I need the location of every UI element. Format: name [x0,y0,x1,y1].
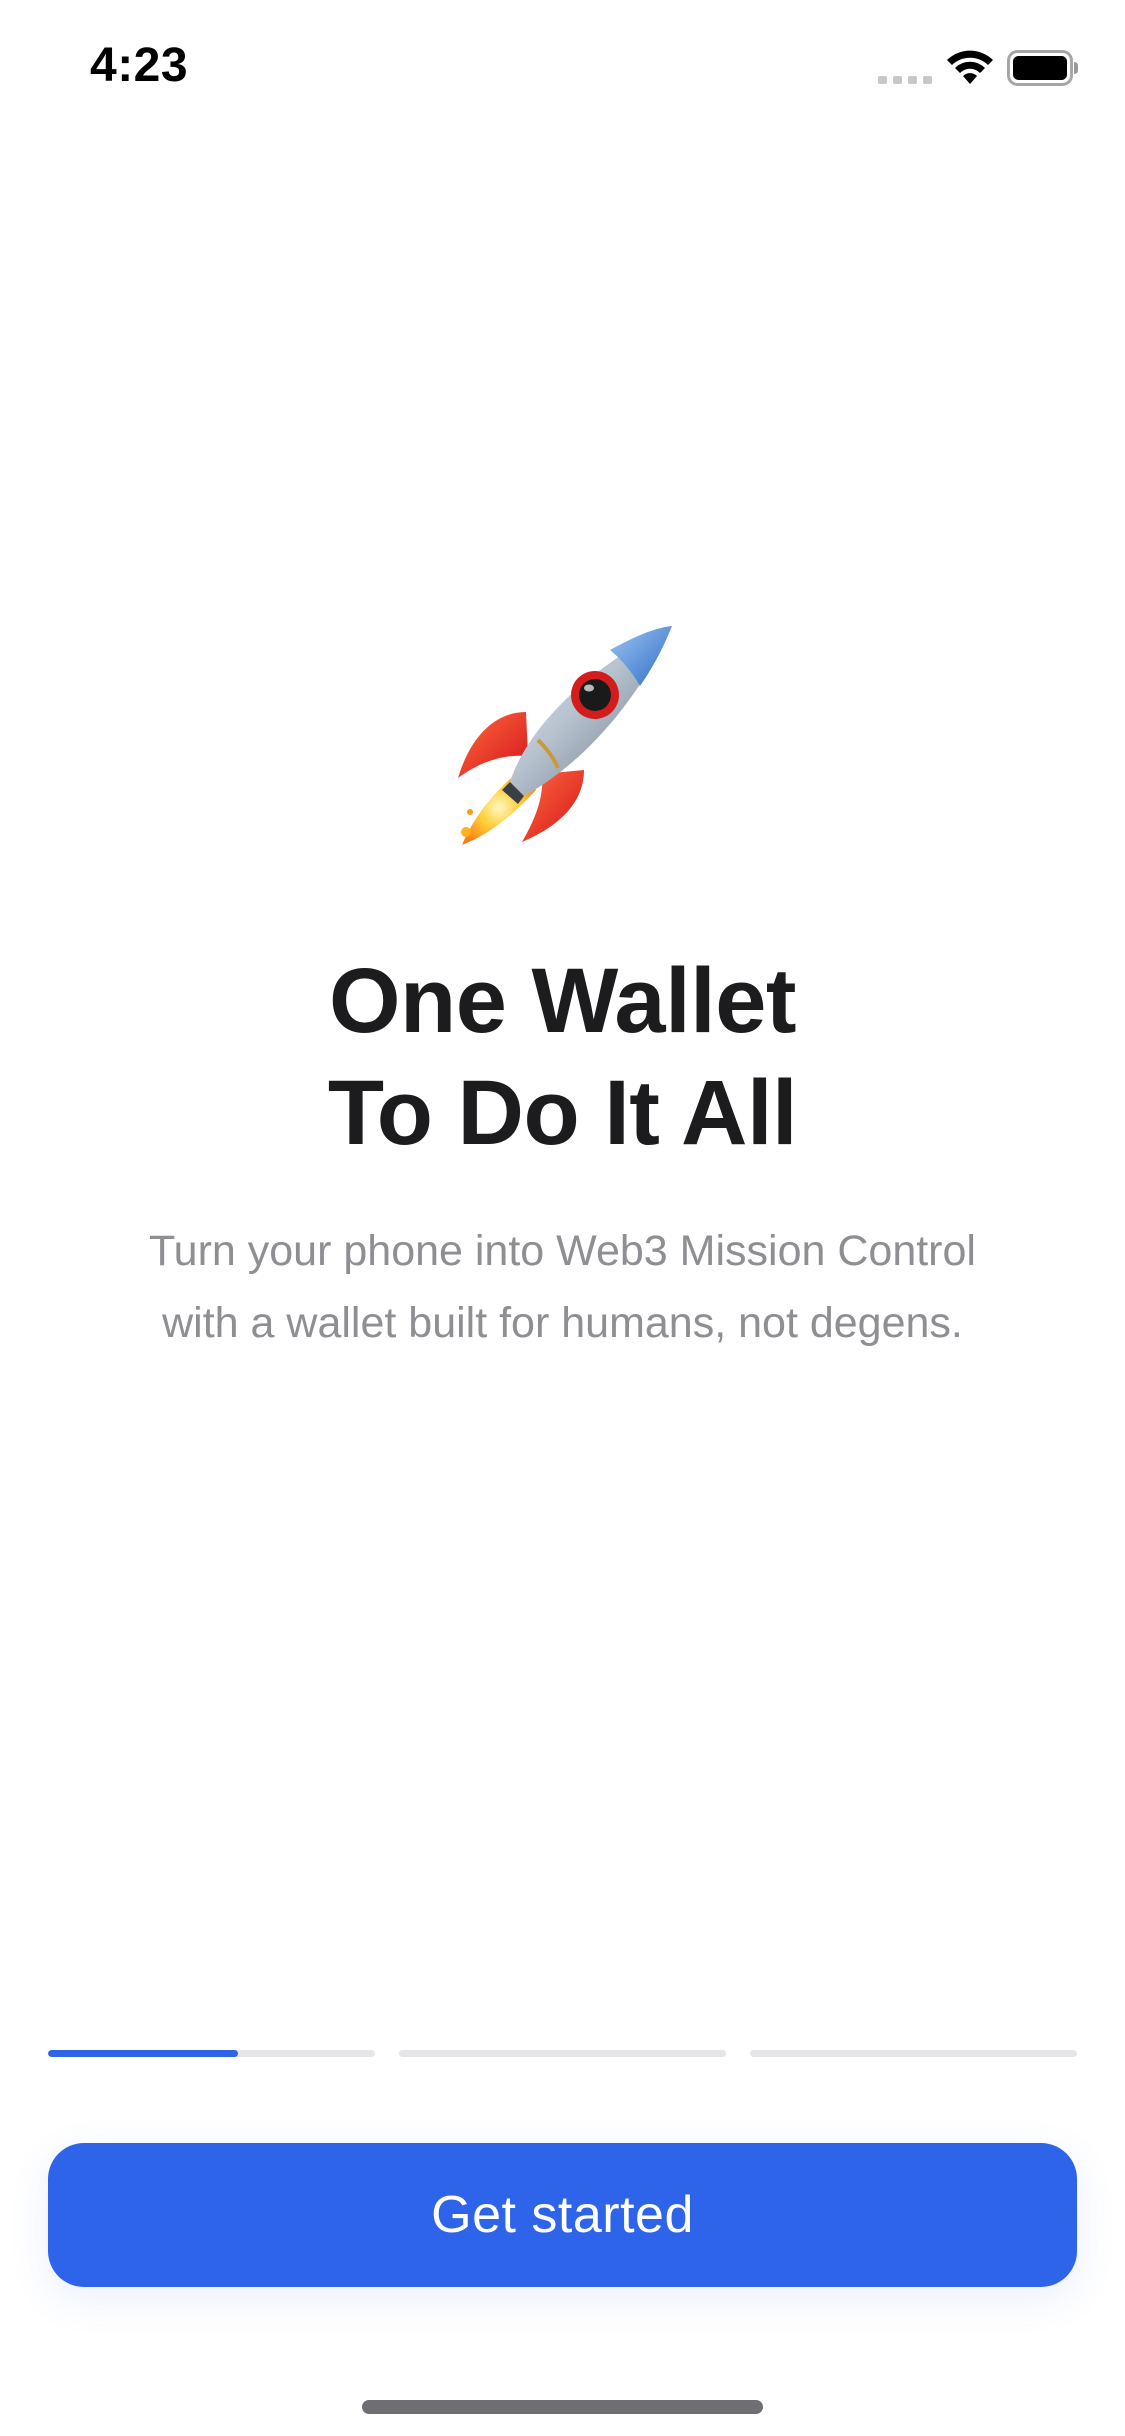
onboarding-title-line-2: To Do It All [327,1062,798,1164]
onboarding-title: One Wallet To Do It All [0,945,1125,1169]
battery-icon [1007,50,1078,86]
progress-segment-2 [399,2050,726,2057]
onboarding-subtitle: Turn your phone into Web3 Mission Contro… [80,1215,1045,1359]
rocket-icon [458,626,672,845]
progress-segment-3 [750,2050,1077,2057]
onboarding-title-line-1: One Wallet [329,950,797,1052]
get-started-button[interactable]: Get started [48,2143,1077,2287]
signal-icon [878,76,932,84]
status-bar: 4:23 [0,0,1125,132]
step-progress [48,2050,1077,2057]
onboarding-subtitle-line-2: with a wallet built for humans, not dege… [162,1299,963,1347]
progress-segment-1-fill [48,2050,238,2057]
home-indicator [362,2400,763,2414]
status-time: 4:23 [90,39,189,92]
onboarding-subtitle-line-1: Turn your phone into Web3 Mission Contro… [149,1227,976,1275]
progress-segment-1 [48,2050,375,2057]
wifi-icon [947,50,993,84]
